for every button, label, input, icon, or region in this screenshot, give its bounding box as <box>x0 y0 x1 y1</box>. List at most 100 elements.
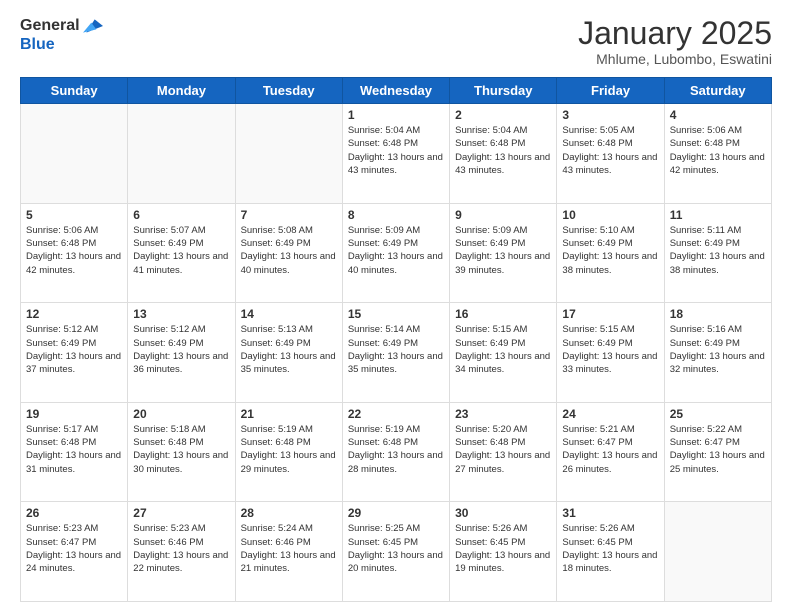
day-info: Sunrise: 5:06 AM Sunset: 6:48 PM Dayligh… <box>670 124 766 177</box>
day-info: Sunrise: 5:12 AM Sunset: 6:49 PM Dayligh… <box>133 323 229 376</box>
location-subtitle: Mhlume, Lubombo, Eswatini <box>578 51 772 67</box>
day-number: 12 <box>26 307 122 321</box>
day-number: 4 <box>670 108 766 122</box>
day-number: 30 <box>455 506 551 520</box>
day-number: 1 <box>348 108 444 122</box>
logo-general: General <box>20 17 80 35</box>
table-row: 14 Sunrise: 5:13 AM Sunset: 6:49 PM Dayli… <box>235 303 342 403</box>
day-info: Sunrise: 5:23 AM Sunset: 6:47 PM Dayligh… <box>26 522 122 575</box>
day-info: Sunrise: 5:04 AM Sunset: 6:48 PM Dayligh… <box>455 124 551 177</box>
day-number: 7 <box>241 208 337 222</box>
day-number: 28 <box>241 506 337 520</box>
table-row: 22 Sunrise: 5:19 AM Sunset: 6:48 PM Dayli… <box>342 402 449 502</box>
day-number: 19 <box>26 407 122 421</box>
col-sunday: Sunday <box>21 78 128 104</box>
table-row: 20 Sunrise: 5:18 AM Sunset: 6:48 PM Dayli… <box>128 402 235 502</box>
col-saturday: Saturday <box>664 78 771 104</box>
day-number: 16 <box>455 307 551 321</box>
day-number: 15 <box>348 307 444 321</box>
table-row: 11Sunrise: 5:11 AM Sunset: 6:49 PM Dayli… <box>664 203 771 303</box>
calendar-week-row: 26 Sunrise: 5:23 AM Sunset: 6:47 PM Dayli… <box>21 502 772 602</box>
day-info: Sunrise: 5:25 AM Sunset: 6:45 PM Dayligh… <box>348 522 444 575</box>
day-info: Sunrise: 5:22 AM Sunset: 6:47 PM Dayligh… <box>670 423 766 476</box>
day-info: Sunrise: 5:14 AM Sunset: 6:49 PM Dayligh… <box>348 323 444 376</box>
table-row: 7 Sunrise: 5:08 AM Sunset: 6:49 PM Daylig… <box>235 203 342 303</box>
table-row: 5 Sunrise: 5:06 AM Sunset: 6:48 PM Daylig… <box>21 203 128 303</box>
day-info: Sunrise: 5:10 AM Sunset: 6:49 PM Dayligh… <box>562 224 658 277</box>
table-row: 30 Sunrise: 5:26 AM Sunset: 6:45 PM Dayli… <box>450 502 557 602</box>
header: General Blue January 2025 Mhlume, Lubomb… <box>20 16 772 67</box>
day-info: Sunrise: 5:05 AM Sunset: 6:48 PM Dayligh… <box>562 124 658 177</box>
month-year-title: January 2025 <box>578 16 772 51</box>
day-number: 11 <box>670 208 766 222</box>
day-info: Sunrise: 5:24 AM Sunset: 6:46 PM Dayligh… <box>241 522 337 575</box>
day-info: Sunrise: 5:19 AM Sunset: 6:48 PM Dayligh… <box>348 423 444 476</box>
day-info: Sunrise: 5:16 AM Sunset: 6:49 PM Dayligh… <box>670 323 766 376</box>
table-row: 8Sunrise: 5:09 AM Sunset: 6:49 PM Daylig… <box>342 203 449 303</box>
table-row: 2Sunrise: 5:04 AM Sunset: 6:48 PM Daylig… <box>450 104 557 204</box>
table-row: 10Sunrise: 5:10 AM Sunset: 6:49 PM Dayli… <box>557 203 664 303</box>
day-number: 20 <box>133 407 229 421</box>
table-row <box>664 502 771 602</box>
day-info: Sunrise: 5:23 AM Sunset: 6:46 PM Dayligh… <box>133 522 229 575</box>
day-info: Sunrise: 5:17 AM Sunset: 6:48 PM Dayligh… <box>26 423 122 476</box>
day-info: Sunrise: 5:08 AM Sunset: 6:49 PM Dayligh… <box>241 224 337 277</box>
logo: General Blue <box>20 16 103 54</box>
table-row: 13 Sunrise: 5:12 AM Sunset: 6:49 PM Dayli… <box>128 303 235 403</box>
col-friday: Friday <box>557 78 664 104</box>
day-info: Sunrise: 5:09 AM Sunset: 6:49 PM Dayligh… <box>455 224 551 277</box>
day-info: Sunrise: 5:26 AM Sunset: 6:45 PM Dayligh… <box>562 522 658 575</box>
table-row <box>21 104 128 204</box>
day-number: 22 <box>348 407 444 421</box>
table-row: 19 Sunrise: 5:17 AM Sunset: 6:48 PM Dayli… <box>21 402 128 502</box>
col-thursday: Thursday <box>450 78 557 104</box>
day-number: 25 <box>670 407 766 421</box>
day-number: 18 <box>670 307 766 321</box>
day-number: 13 <box>133 307 229 321</box>
table-row: 12Sunrise: 5:12 AM Sunset: 6:49 PM Dayli… <box>21 303 128 403</box>
table-row: 9Sunrise: 5:09 AM Sunset: 6:49 PM Daylig… <box>450 203 557 303</box>
page: General Blue January 2025 Mhlume, Lubomb… <box>0 0 792 612</box>
day-info: Sunrise: 5:09 AM Sunset: 6:49 PM Dayligh… <box>348 224 444 277</box>
logo-text: General <box>20 16 103 36</box>
day-number: 27 <box>133 506 229 520</box>
table-row: 15 Sunrise: 5:14 AM Sunset: 6:49 PM Dayli… <box>342 303 449 403</box>
table-row: 27 Sunrise: 5:23 AM Sunset: 6:46 PM Dayli… <box>128 502 235 602</box>
day-number: 26 <box>26 506 122 520</box>
day-number: 17 <box>562 307 658 321</box>
table-row: 23 Sunrise: 5:20 AM Sunset: 6:48 PM Dayli… <box>450 402 557 502</box>
table-row: 24Sunrise: 5:21 AM Sunset: 6:47 PM Dayli… <box>557 402 664 502</box>
table-row: 16 Sunrise: 5:15 AM Sunset: 6:49 PM Dayli… <box>450 303 557 403</box>
table-row: 28 Sunrise: 5:24 AM Sunset: 6:46 PM Dayli… <box>235 502 342 602</box>
day-number: 6 <box>133 208 229 222</box>
table-row: 4 Sunrise: 5:06 AM Sunset: 6:48 PM Daylig… <box>664 104 771 204</box>
day-info: Sunrise: 5:07 AM Sunset: 6:49 PM Dayligh… <box>133 224 229 277</box>
calendar-table: Sunday Monday Tuesday Wednesday Thursday… <box>20 77 772 602</box>
title-section: January 2025 Mhlume, Lubombo, Eswatini <box>578 16 772 67</box>
day-number: 24 <box>562 407 658 421</box>
calendar-week-row: 12 Sunrise: 5:12 AM Sunset: 6:49 PM Dayli… <box>21 303 772 403</box>
table-row: 17Sunrise: 5:15 AM Sunset: 6:49 PM Dayli… <box>557 303 664 403</box>
calendar-week-row: 1 Sunrise: 5:04 AM Sunset: 6:48 PM Daylig… <box>21 104 772 204</box>
day-number: 5 <box>26 208 122 222</box>
col-monday: Monday <box>128 78 235 104</box>
table-row: 31Sunrise: 5:26 AM Sunset: 6:45 PM Dayli… <box>557 502 664 602</box>
table-row: 21Sunrise: 5:19 AM Sunset: 6:48 PM Dayli… <box>235 402 342 502</box>
day-info: Sunrise: 5:18 AM Sunset: 6:48 PM Dayligh… <box>133 423 229 476</box>
table-row: 26 Sunrise: 5:23 AM Sunset: 6:47 PM Dayli… <box>21 502 128 602</box>
day-info: Sunrise: 5:13 AM Sunset: 6:49 PM Dayligh… <box>241 323 337 376</box>
day-info: Sunrise: 5:06 AM Sunset: 6:48 PM Dayligh… <box>26 224 122 277</box>
day-info: Sunrise: 5:20 AM Sunset: 6:48 PM Dayligh… <box>455 423 551 476</box>
table-row: 29Sunrise: 5:25 AM Sunset: 6:45 PM Dayli… <box>342 502 449 602</box>
calendar-week-row: 5 Sunrise: 5:06 AM Sunset: 6:48 PM Daylig… <box>21 203 772 303</box>
day-info: Sunrise: 5:26 AM Sunset: 6:45 PM Dayligh… <box>455 522 551 575</box>
col-tuesday: Tuesday <box>235 78 342 104</box>
day-info: Sunrise: 5:15 AM Sunset: 6:49 PM Dayligh… <box>455 323 551 376</box>
table-row: 3Sunrise: 5:05 AM Sunset: 6:48 PM Daylig… <box>557 104 664 204</box>
day-number: 14 <box>241 307 337 321</box>
day-number: 23 <box>455 407 551 421</box>
table-row: 25 Sunrise: 5:22 AM Sunset: 6:47 PM Dayli… <box>664 402 771 502</box>
calendar-header-row: Sunday Monday Tuesday Wednesday Thursday… <box>21 78 772 104</box>
table-row <box>128 104 235 204</box>
logo-icon <box>83 16 103 36</box>
